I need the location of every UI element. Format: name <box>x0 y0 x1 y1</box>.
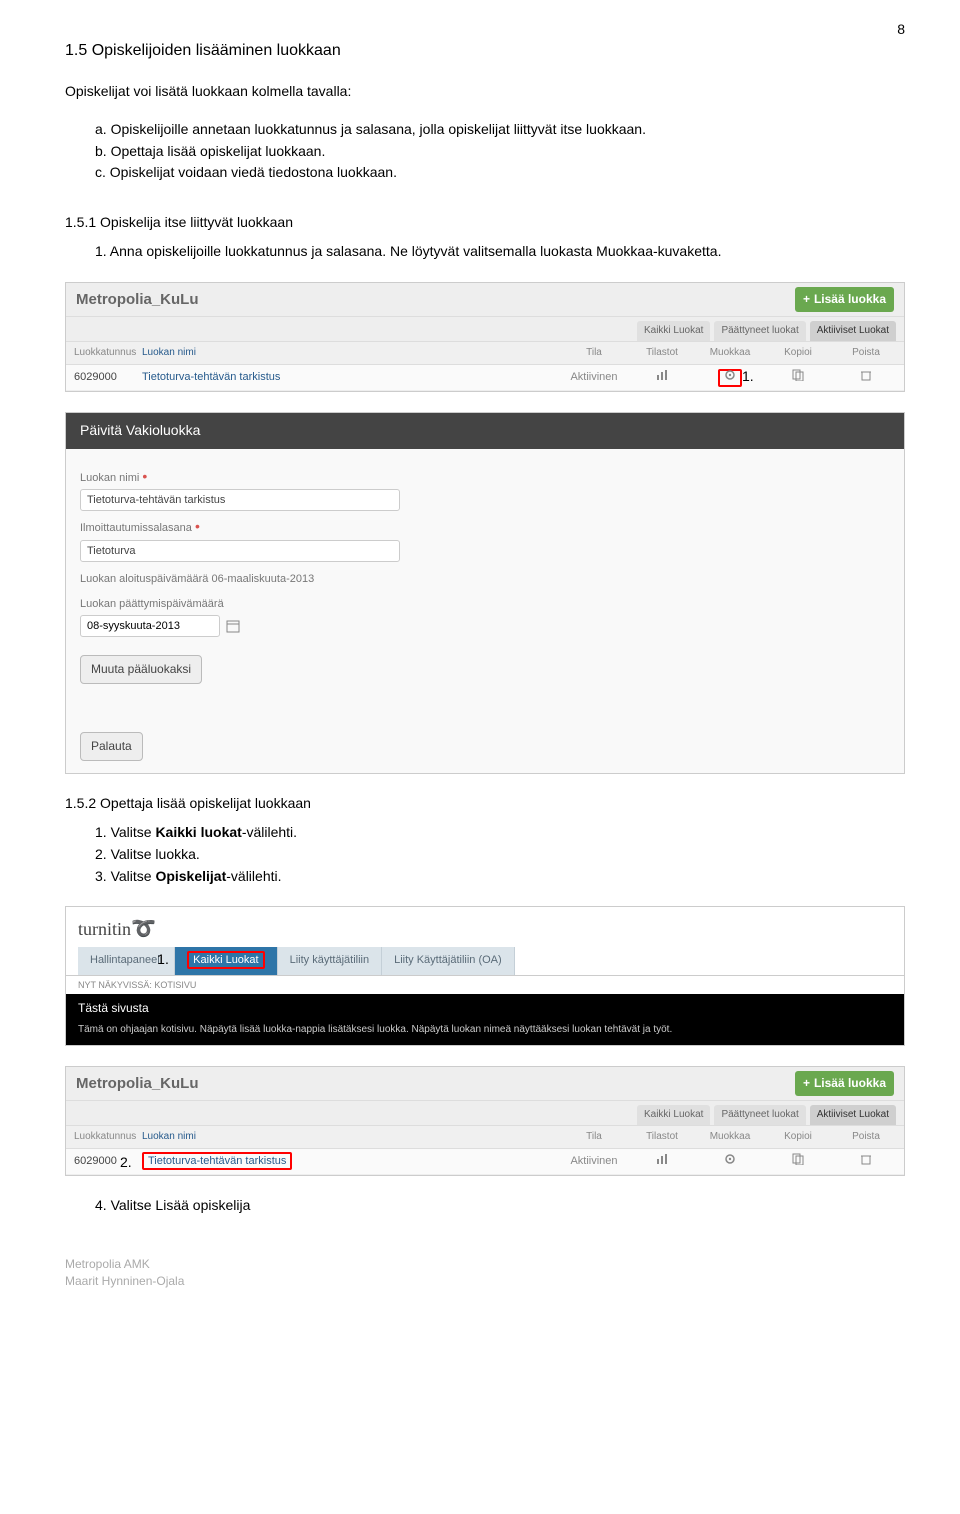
tab-all-classes-2[interactable]: Kaikki Luokat <box>637 1105 710 1125</box>
heading-1-5: 1.5 Opiskelijoiden lisääminen luokkaan <box>65 40 905 62</box>
screenshot-edit-class: Päivitä Vakioluokka Luokan nimi • Ilmoit… <box>65 412 905 774</box>
cell-stats-icon-2[interactable] <box>632 1153 692 1170</box>
turnitin-logo: turnitin➰ <box>78 915 156 943</box>
tab-all-classes[interactable]: Kaikki Luokat 1. <box>175 947 277 974</box>
steps-1-5-2: 1. Valitse Kaikki luokat-välilehti. 2. V… <box>95 823 905 886</box>
trash-icon <box>860 369 872 381</box>
col-code-2: Luokkatunnus <box>74 1130 134 1144</box>
about-title: Tästä sivusta <box>66 994 904 1023</box>
cell-copy-icon-2[interactable] <box>768 1153 828 1170</box>
stats-icon-2 <box>656 1153 668 1165</box>
now-viewing: NYT NÄKYVISSÄ: KOTISIVU <box>66 976 904 995</box>
cell-class-state: Aktiivinen <box>564 370 624 385</box>
footer: Metropolia AMK Maarit Hynninen-Ojala <box>65 1256 905 1290</box>
callout-1: 1. <box>742 367 754 387</box>
col-copy: Kopioi <box>768 346 828 360</box>
class-table-header: Luokkatunnus Luokan nimi Tila Tilastot M… <box>66 341 904 365</box>
screenshot-turnitin-home: turnitin➰ Hallintapaneeli Kaikki Luokat … <box>65 906 905 1046</box>
col-edit: Muokkaa <box>700 346 760 360</box>
col-copy-2: Kopioi <box>768 1130 828 1144</box>
heading-1-5-2: 1.5.2 Opettaja lisää opiskelijat luokkaa… <box>65 794 905 814</box>
step-1-5-2-1: 1. Valitse Kaikki luokat-välilehti. <box>95 823 905 843</box>
col-state-2: Tila <box>564 1130 624 1144</box>
about-text: Tämä on ohjaajan kotisivu. Näpäytä lisää… <box>66 1023 904 1045</box>
cell-class-name[interactable]: Tietoturva-tehtävän tarkistus <box>142 370 556 385</box>
col-state: Tila <box>564 346 624 360</box>
add-class-button[interactable]: + Lisää luokka <box>795 287 894 312</box>
nav-tabs: Hallintapaneeli Kaikki Luokat 1. Liity k… <box>66 947 904 975</box>
cell-class-name-2[interactable]: Tietoturva-tehtävän tarkistus 2. <box>142 1154 556 1169</box>
gear-icon <box>724 369 736 381</box>
footer-line-2: Maarit Hynninen-Ojala <box>65 1273 905 1290</box>
page-number: 8 <box>897 20 905 40</box>
abc-item-c: c. Opiskelijat voidaan viedä tiedostona … <box>95 163 905 183</box>
steps-1-5-2-cont: 4. Valitse Lisää opiskelija <box>95 1196 905 1216</box>
col-delete: Poista <box>836 346 896 360</box>
step-1-5-1-1: 1. Anna opiskelijoille luokkatunnus ja s… <box>95 242 905 262</box>
plus-icon-2: + <box>803 1075 810 1092</box>
plus-icon: + <box>803 291 810 308</box>
make-main-button[interactable]: Muuta pääluokaksi <box>80 655 202 684</box>
tab-active-classes[interactable]: Aktiiviset Luokat <box>810 321 896 341</box>
step-1-5-2-2: 2. Valitse luokka. <box>95 845 905 865</box>
trash-icon-2 <box>860 1153 872 1165</box>
label-end-date: Luokan päättymispäivämäärä <box>80 597 890 612</box>
col-delete-2: Poista <box>836 1130 896 1144</box>
add-class-label: Lisää luokka <box>814 291 886 308</box>
tab-active-classes-2[interactable]: Aktiiviset Luokat <box>810 1105 896 1125</box>
screenshot-class-list-1: Metropolia_KuLu + Lisää luokka Kaikki Lu… <box>65 282 905 392</box>
step-1-5-2-4: 4. Valitse Lisää opiskelija <box>95 1196 905 1216</box>
tab-all-classes[interactable]: Kaikki Luokat <box>637 321 710 341</box>
label-start-date: Luokan aloituspäivämäärä 06-maaliskuuta-… <box>80 572 890 587</box>
label-class-name: Luokan nimi • <box>80 471 890 486</box>
cell-delete-icon[interactable] <box>836 369 896 386</box>
org-title-2: Metropolia_KuLu <box>76 1073 199 1094</box>
copy-icon-2 <box>792 1153 804 1165</box>
cell-copy-icon[interactable] <box>768 369 828 386</box>
input-end-date[interactable] <box>80 615 220 637</box>
input-class-name[interactable] <box>80 489 400 511</box>
tab-ended-classes-2[interactable]: Päättyneet luokat <box>714 1105 805 1125</box>
tab-join-account[interactable]: Liity käyttäjätiliin <box>278 947 382 974</box>
tab-join-account-oa[interactable]: Liity Käyttäjätiliin (OA) <box>382 947 515 974</box>
col-name-2: Luokan nimi <box>142 1130 556 1144</box>
stats-icon <box>656 369 668 381</box>
abc-item-b: b. Opettaja lisää opiskelijat luokkaan. <box>95 142 905 162</box>
class-tabs-row: Kaikki Luokat Päättyneet luokat Aktiivis… <box>66 317 904 341</box>
input-enroll-pass[interactable] <box>80 540 400 562</box>
cell-class-state-2: Aktiivinen <box>564 1154 624 1169</box>
intro-text: Opiskelijat voi lisätä luokkaan kolmella… <box>65 82 905 102</box>
cell-delete-icon-2[interactable] <box>836 1153 896 1170</box>
cell-stats-icon[interactable] <box>632 369 692 386</box>
abc-item-a: a. Opiskelijoille annetaan luokkatunnus … <box>95 120 905 140</box>
callout-2: 2. <box>120 1153 132 1173</box>
restore-button[interactable]: Palauta <box>80 732 143 761</box>
steps-1-5-1: 1. Anna opiskelijoille luokkatunnus ja s… <box>95 242 905 262</box>
org-title: Metropolia_KuLu <box>76 289 199 310</box>
footer-line-1: Metropolia AMK <box>65 1256 905 1273</box>
cell-edit-icon-2[interactable] <box>700 1153 760 1170</box>
col-edit-2: Muokkaa <box>700 1130 760 1144</box>
step-1-5-2-3: 3. Valitse Opiskelijat-välilehti. <box>95 867 905 887</box>
copy-icon <box>792 369 804 381</box>
col-name: Luokan nimi <box>142 346 556 360</box>
calendar-icon[interactable] <box>226 619 240 633</box>
col-stats: Tilastot <box>632 346 692 360</box>
add-class-button-2[interactable]: + Lisää luokka <box>795 1071 894 1096</box>
cell-edit-icon[interactable]: 1. <box>700 369 760 386</box>
heading-1-5-1: 1.5.1 Opiskelija itse liittyvät luokkaan <box>65 213 905 233</box>
form-title: Päivitä Vakioluokka <box>66 413 904 449</box>
callout-1b: 1. <box>157 950 169 970</box>
cell-class-code: 6029000 <box>74 370 134 385</box>
abc-list: a. Opiskelijoille annetaan luokkatunnus … <box>95 120 905 183</box>
tab-ended-classes[interactable]: Päättyneet luokat <box>714 321 805 341</box>
swirl-icon: ➰ <box>131 918 156 940</box>
col-code: Luokkatunnus <box>74 346 134 360</box>
label-enroll-pass: Ilmoittautumissalasana • <box>80 521 890 536</box>
screenshot-class-list-2: Metropolia_KuLu + Lisää luokka Kaikki Lu… <box>65 1066 905 1176</box>
col-stats-2: Tilastot <box>632 1130 692 1144</box>
add-class-label-2: Lisää luokka <box>814 1075 886 1092</box>
gear-icon-2 <box>724 1153 736 1165</box>
class-row: 6029000 Tietoturva-tehtävän tarkistus Ak… <box>66 365 904 391</box>
